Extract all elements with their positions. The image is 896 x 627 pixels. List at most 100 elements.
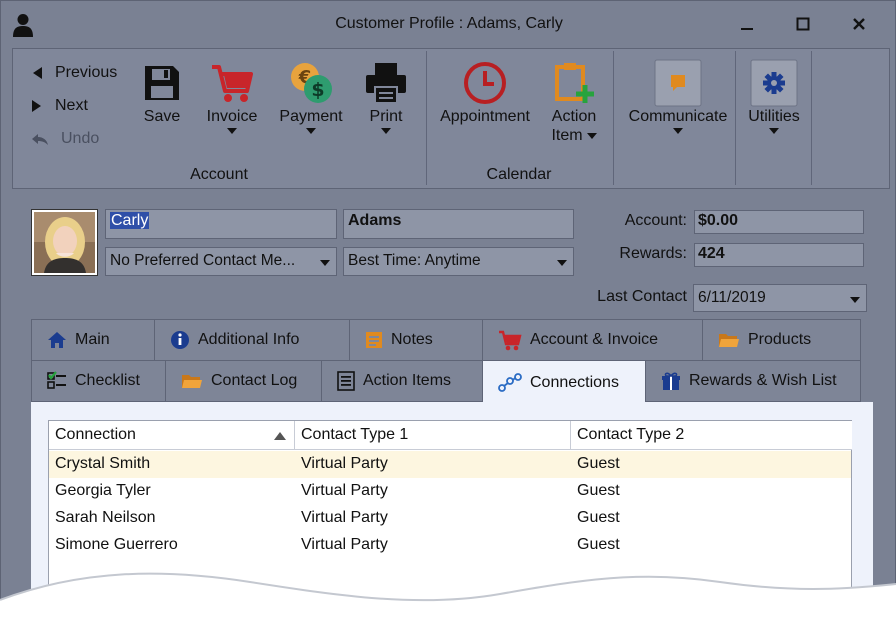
connection-cell: Georgia Tyler: [55, 482, 151, 499]
preferred-contact-value: No Preferred Contact Me...: [110, 252, 296, 269]
invoice-label: Invoice: [206, 108, 258, 125]
tab-checklist[interactable]: Checklist: [31, 360, 166, 402]
tab-account-invoice-label: Account & Invoice: [530, 331, 659, 348]
customer-profile-window: Customer Profile : Adams, Carly Previous…: [0, 0, 896, 627]
title-bar: Customer Profile : Adams, Carly: [1, 1, 895, 47]
ribbon-separator: [811, 51, 812, 185]
action-item-label-line1: Action: [551, 108, 597, 125]
undo-button[interactable]: Undo: [31, 128, 99, 150]
tab-products-label: Products: [748, 331, 812, 348]
account-balance-value: $0.00: [694, 210, 864, 234]
connections-icon: [498, 372, 522, 392]
preferred-contact-select[interactable]: No Preferred Contact Me...: [105, 247, 337, 276]
avatar: [34, 212, 95, 273]
table-row[interactable]: Georgia Tyler Virtual Party Guest: [49, 478, 851, 505]
torn-edge-decoration: [0, 572, 896, 627]
tab-additional-info-label: Additional Info: [198, 331, 300, 348]
shopping-cart-icon: [499, 330, 522, 351]
payment-dropdown-icon: [306, 128, 316, 134]
last-name-value: Adams: [348, 212, 402, 229]
table-row[interactable]: Simone Guerrero Virtual Party Guest: [49, 532, 851, 559]
maximize-icon: [796, 17, 810, 31]
tab-products[interactable]: Products: [702, 319, 861, 361]
folder-icon: [719, 334, 739, 347]
profile-photo[interactable]: [31, 209, 98, 276]
table-row[interactable]: Sarah Neilson Virtual Party Guest: [49, 505, 851, 532]
next-label: Next: [55, 97, 88, 114]
rewards-value: 424: [694, 243, 864, 267]
gift-icon: [662, 372, 680, 390]
tab-rewards-wish-list-label: Rewards & Wish List: [689, 372, 837, 389]
home-icon: [48, 332, 66, 348]
column-header-connection[interactable]: Connection: [49, 421, 295, 450]
column-header-label: Connection: [55, 426, 136, 443]
floppy-disk-icon: [145, 66, 179, 100]
tab-main[interactable]: Main: [31, 319, 155, 361]
ribbon-separator: [735, 51, 736, 185]
ribbon-separator: [613, 51, 614, 185]
appointment-button[interactable]: Appointment: [435, 59, 535, 126]
contact-type-2-cell: Guest: [577, 536, 620, 553]
tab-action-items[interactable]: Action Items: [321, 360, 483, 402]
last-name-field[interactable]: Adams: [343, 209, 574, 239]
close-icon: [853, 18, 865, 30]
contact-type-1-cell: Virtual Party: [301, 509, 388, 526]
list-icon: [337, 371, 355, 391]
best-time-select[interactable]: Best Time: Anytime: [343, 247, 574, 276]
save-button[interactable]: Save: [137, 59, 187, 126]
tab-notes-label: Notes: [391, 331, 433, 348]
next-button[interactable]: Next: [31, 95, 88, 117]
tab-additional-info[interactable]: Additional Info: [154, 319, 350, 361]
print-dropdown-icon: [381, 128, 391, 134]
folder-icon: [182, 375, 202, 388]
column-header-contact-type-2[interactable]: Contact Type 2: [571, 421, 852, 450]
triangle-left-icon: [33, 67, 42, 79]
print-label: Print: [369, 108, 403, 125]
chevron-down-icon: [320, 260, 330, 266]
column-header-label: Contact Type 2: [577, 426, 685, 443]
svg-text:$: $: [311, 79, 324, 101]
minimize-button[interactable]: [732, 11, 762, 37]
tab-contact-log[interactable]: Contact Log: [165, 360, 322, 402]
last-contact-value: 6/11/2019: [698, 289, 766, 306]
close-button[interactable]: [844, 11, 874, 37]
payment-button[interactable]: € $ Payment: [275, 59, 347, 134]
action-item-dropdown-icon: [586, 132, 597, 139]
first-name-value: Carly: [110, 212, 150, 229]
maximize-button[interactable]: [788, 11, 818, 37]
tab-action-items-label: Action Items: [363, 372, 452, 389]
column-header-contact-type-1[interactable]: Contact Type 1: [295, 421, 571, 450]
utilities-label: Utilities: [748, 108, 800, 125]
coins-icon: € $: [291, 63, 332, 103]
info-icon: [171, 331, 189, 349]
invoice-dropdown-icon: [227, 128, 237, 134]
last-contact-date-picker[interactable]: 6/11/2019: [693, 284, 867, 312]
account-balance-label: Account:: [624, 212, 687, 229]
tab-main-label: Main: [75, 331, 110, 348]
minimize-icon: [741, 28, 753, 30]
ribbon-toolbar: Previous Next Undo Save Invoice € $ Paym…: [12, 48, 890, 189]
appointment-label: Appointment: [440, 108, 530, 125]
chevron-down-icon: [850, 297, 860, 303]
connection-cell: Simone Guerrero: [55, 536, 178, 553]
first-name-field[interactable]: Carly: [105, 209, 337, 239]
gear-icon: [750, 59, 798, 107]
table-row[interactable]: Crystal Smith Virtual Party Guest: [49, 451, 851, 478]
communicate-button[interactable]: Communicate: [623, 59, 733, 134]
invoice-button[interactable]: Invoice: [201, 59, 263, 134]
action-item-button[interactable]: Action Item: [543, 59, 605, 145]
sort-ascending-icon: [274, 432, 286, 440]
shopping-cart-icon: [212, 65, 253, 102]
utilities-button[interactable]: Utilities: [743, 59, 805, 134]
notes-icon: [366, 332, 382, 348]
tab-connections-label: Connections: [530, 373, 619, 391]
connection-cell: Sarah Neilson: [55, 509, 156, 526]
print-button[interactable]: Print: [361, 59, 411, 134]
tab-rewards-wish-list[interactable]: Rewards & Wish List: [645, 360, 861, 402]
contact-type-2-cell: Guest: [577, 509, 620, 526]
tab-account-invoice[interactable]: Account & Invoice: [482, 319, 703, 361]
tab-connections[interactable]: Connections: [482, 360, 646, 404]
last-contact-label: Last Contact: [597, 288, 687, 305]
tab-notes[interactable]: Notes: [349, 319, 483, 361]
previous-button[interactable]: Previous: [31, 62, 117, 84]
